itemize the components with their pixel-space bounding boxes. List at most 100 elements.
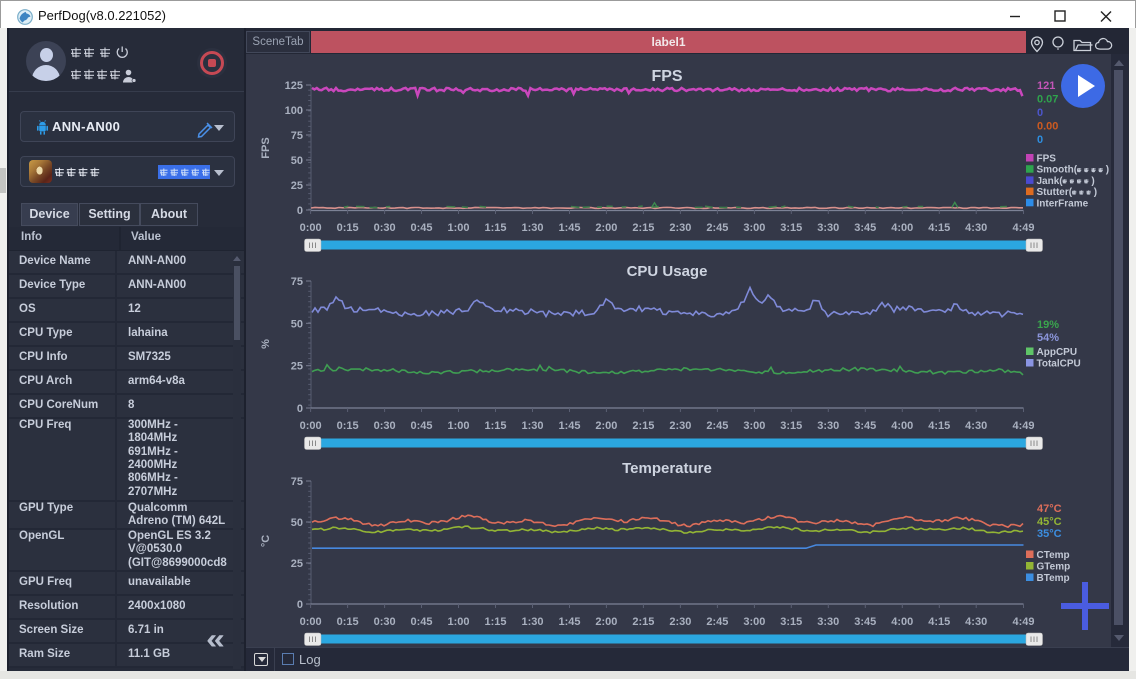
svg-text:4:30: 4:30 bbox=[965, 222, 987, 234]
svg-text:0: 0 bbox=[297, 403, 303, 415]
svg-text:3:00: 3:00 bbox=[743, 222, 765, 234]
svg-text:3:45: 3:45 bbox=[854, 222, 876, 234]
svg-text:50: 50 bbox=[291, 318, 303, 330]
svg-text:FPS: FPS bbox=[1037, 154, 1057, 165]
svg-text:1:45: 1:45 bbox=[558, 616, 580, 628]
svg-text:3:15: 3:15 bbox=[780, 420, 802, 432]
svg-text:50: 50 bbox=[291, 155, 303, 167]
svg-text:0: 0 bbox=[1037, 107, 1043, 119]
svg-text:3:30: 3:30 bbox=[817, 420, 839, 432]
svg-text:2:00: 2:00 bbox=[595, 222, 617, 234]
svg-text:2:30: 2:30 bbox=[669, 420, 691, 432]
svg-text:4:00: 4:00 bbox=[891, 222, 913, 234]
svg-text:0:15: 0:15 bbox=[337, 616, 359, 628]
svg-text:4:49: 4:49 bbox=[1012, 616, 1034, 628]
svg-text:TotalCPU: TotalCPU bbox=[1037, 359, 1081, 370]
svg-text:2:15: 2:15 bbox=[632, 616, 654, 628]
svg-text:2:30: 2:30 bbox=[669, 616, 691, 628]
svg-text:3:15: 3:15 bbox=[780, 616, 802, 628]
svg-text:4:15: 4:15 bbox=[928, 222, 950, 234]
svg-text:°C: °C bbox=[260, 535, 272, 547]
svg-text:3:45: 3:45 bbox=[854, 420, 876, 432]
svg-text:3:30: 3:30 bbox=[817, 222, 839, 234]
svg-text:2:45: 2:45 bbox=[706, 616, 728, 628]
svg-text:0:30: 0:30 bbox=[374, 420, 396, 432]
svg-text:0:45: 0:45 bbox=[410, 420, 432, 432]
svg-text:3:30: 3:30 bbox=[817, 616, 839, 628]
svg-text:0:00: 0:00 bbox=[300, 616, 322, 628]
svg-text:Temperature: Temperature bbox=[622, 460, 712, 477]
svg-text:FPS: FPS bbox=[260, 137, 272, 158]
svg-text:3:15: 3:15 bbox=[780, 222, 802, 234]
svg-text:4:30: 4:30 bbox=[965, 420, 987, 432]
svg-text:4:15: 4:15 bbox=[928, 616, 950, 628]
svg-text:2:45: 2:45 bbox=[706, 222, 728, 234]
svg-text:4:49: 4:49 bbox=[1012, 222, 1034, 234]
svg-text:FPS: FPS bbox=[651, 68, 682, 85]
svg-text:Smooth(: Smooth( bbox=[1037, 165, 1078, 176]
svg-text:3:00: 3:00 bbox=[743, 616, 765, 628]
svg-text:1:00: 1:00 bbox=[447, 420, 469, 432]
svg-text:0:15: 0:15 bbox=[337, 420, 359, 432]
svg-text:%: % bbox=[260, 339, 272, 349]
svg-text:2:15: 2:15 bbox=[632, 420, 654, 432]
svg-text:100: 100 bbox=[285, 105, 303, 117]
svg-text:): ) bbox=[1094, 187, 1097, 198]
svg-text:1:45: 1:45 bbox=[558, 222, 580, 234]
svg-text:54%: 54% bbox=[1037, 332, 1059, 344]
svg-text:47°C: 47°C bbox=[1037, 503, 1062, 515]
svg-text:4:00: 4:00 bbox=[891, 420, 913, 432]
svg-text:45°C: 45°C bbox=[1037, 516, 1062, 528]
svg-text:AppCPU: AppCPU bbox=[1037, 347, 1078, 358]
svg-text:4:49: 4:49 bbox=[1012, 420, 1034, 432]
svg-text:0:45: 0:45 bbox=[410, 222, 432, 234]
svg-text:0:15: 0:15 bbox=[337, 222, 359, 234]
svg-text:75: 75 bbox=[291, 276, 303, 288]
svg-text:Jank(: Jank( bbox=[1037, 176, 1064, 187]
svg-text:Stutter(: Stutter( bbox=[1037, 187, 1073, 198]
svg-text:1:30: 1:30 bbox=[521, 420, 543, 432]
svg-text:0:30: 0:30 bbox=[374, 616, 396, 628]
svg-text:0: 0 bbox=[1037, 134, 1043, 146]
svg-text:4:15: 4:15 bbox=[928, 420, 950, 432]
svg-text:0:00: 0:00 bbox=[300, 420, 322, 432]
svg-text:0:45: 0:45 bbox=[410, 616, 432, 628]
svg-text:InterFrame: InterFrame bbox=[1037, 198, 1089, 209]
svg-text:CPU Usage: CPU Usage bbox=[627, 263, 708, 280]
svg-text:121: 121 bbox=[1037, 80, 1055, 92]
svg-text:1:15: 1:15 bbox=[484, 420, 506, 432]
svg-text:1:00: 1:00 bbox=[447, 222, 469, 234]
svg-text:35°C: 35°C bbox=[1037, 528, 1062, 540]
svg-text:4:00: 4:00 bbox=[891, 616, 913, 628]
svg-text:0:00: 0:00 bbox=[300, 222, 322, 234]
svg-text:50: 50 bbox=[291, 517, 303, 529]
svg-text:BTemp: BTemp bbox=[1037, 573, 1070, 584]
svg-text:1:15: 1:15 bbox=[484, 616, 506, 628]
svg-text:0:30: 0:30 bbox=[374, 222, 396, 234]
svg-text:25: 25 bbox=[291, 558, 303, 570]
svg-text:25: 25 bbox=[291, 361, 303, 373]
svg-text:25: 25 bbox=[291, 180, 303, 192]
svg-text:): ) bbox=[1106, 165, 1109, 176]
svg-text:0.07: 0.07 bbox=[1037, 94, 1058, 106]
svg-text:0: 0 bbox=[297, 205, 303, 217]
svg-text:125: 125 bbox=[285, 80, 303, 92]
svg-text:0.00: 0.00 bbox=[1037, 121, 1058, 133]
svg-text:2:00: 2:00 bbox=[595, 420, 617, 432]
svg-text:1:30: 1:30 bbox=[521, 222, 543, 234]
svg-text:1:30: 1:30 bbox=[521, 616, 543, 628]
svg-text:1:45: 1:45 bbox=[558, 420, 580, 432]
svg-text:0: 0 bbox=[297, 599, 303, 611]
svg-text:): ) bbox=[1091, 176, 1094, 187]
svg-text:75: 75 bbox=[291, 130, 303, 142]
svg-text:4:30: 4:30 bbox=[965, 616, 987, 628]
svg-text:3:00: 3:00 bbox=[743, 420, 765, 432]
svg-text:2:00: 2:00 bbox=[595, 616, 617, 628]
svg-text:3:45: 3:45 bbox=[854, 616, 876, 628]
svg-text:2:45: 2:45 bbox=[706, 420, 728, 432]
svg-text:75: 75 bbox=[291, 476, 303, 488]
svg-text:19%: 19% bbox=[1037, 319, 1059, 331]
svg-text:2:15: 2:15 bbox=[632, 222, 654, 234]
svg-text:CTemp: CTemp bbox=[1037, 550, 1070, 561]
svg-text:GTemp: GTemp bbox=[1037, 562, 1071, 573]
